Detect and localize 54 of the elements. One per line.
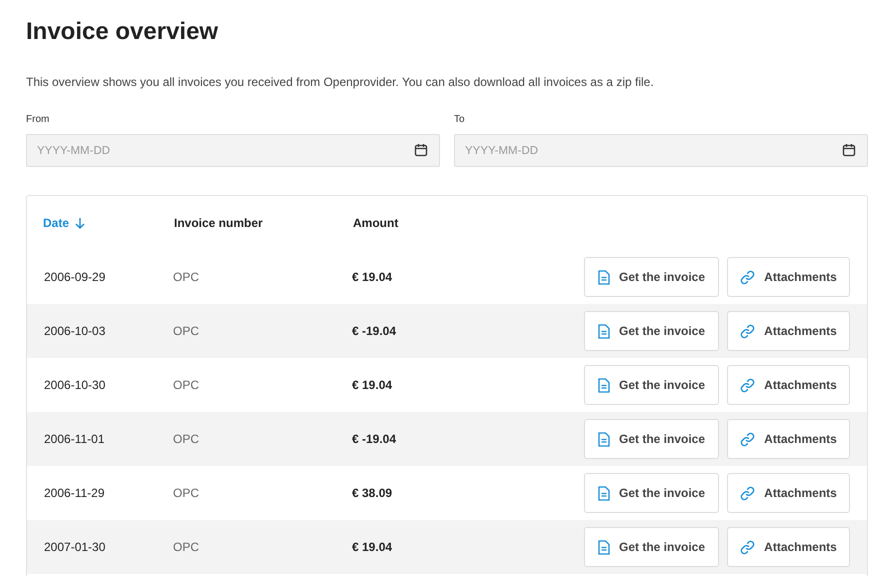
attachments-button[interactable]: Attachments <box>727 527 850 567</box>
attachments-button[interactable]: Attachments <box>727 311 850 351</box>
field-label: To <box>454 114 465 125</box>
link-icon <box>740 486 756 500</box>
invoice-number-cell: OPC <box>173 324 200 338</box>
attachments-button[interactable]: Attachments <box>727 365 850 405</box>
document-icon <box>598 432 610 446</box>
column-header[interactable]: Date <box>43 214 86 232</box>
column-header[interactable]: Amount <box>353 214 398 232</box>
date-cell: 2006-11-29 <box>44 486 104 500</box>
document-icon <box>598 270 610 284</box>
get-invoice-button[interactable]: Get the invoice <box>584 311 719 351</box>
attachments-button[interactable]: Attachments <box>727 473 850 513</box>
get-invoice-button[interactable]: Get the invoice <box>584 473 719 513</box>
get-invoice-button[interactable]: Get the invoice <box>584 419 719 459</box>
get-invoice-button[interactable]: Get the invoice <box>584 527 719 567</box>
column-header[interactable]: Invoice number <box>174 214 263 232</box>
page-title: Invoice overview <box>26 17 218 47</box>
amount-cell: € -19.04 <box>352 324 396 338</box>
amount-cell: € 19.04 <box>352 270 392 284</box>
amount-cell: € 19.04 <box>352 540 392 554</box>
get-invoice-button[interactable]: Get the invoice <box>584 257 719 297</box>
amount-cell: € -19.04 <box>352 432 396 446</box>
document-icon <box>598 540 610 554</box>
invoice-number-cell: OPC <box>173 270 200 284</box>
date-field[interactable]: YYYY-MM-DD <box>454 134 868 167</box>
attachments-button[interactable]: Attachments <box>727 257 850 297</box>
link-icon <box>740 270 756 284</box>
link-icon <box>740 324 756 338</box>
date-cell: 2006-11-01 <box>44 432 104 446</box>
invoice-number-cell: OPC <box>173 378 200 392</box>
calendar-icon[interactable] <box>842 143 856 157</box>
link-icon <box>740 540 756 554</box>
date-cell: 2006-10-30 <box>44 378 106 392</box>
get-invoice-button[interactable]: Get the invoice <box>584 365 719 405</box>
date-field[interactable]: YYYY-MM-DD <box>26 134 440 167</box>
field-label: From <box>26 114 50 125</box>
attachments-button[interactable]: Attachments <box>727 419 850 459</box>
date-cell: 2006-09-29 <box>44 270 106 284</box>
invoice-number-cell: OPC <box>173 432 200 446</box>
date-cell: 2006-10-03 <box>44 324 106 338</box>
date-cell: 2007-01-30 <box>44 540 106 554</box>
invoice-number-cell: OPC <box>173 540 200 554</box>
link-icon <box>740 432 756 446</box>
sort-down-arrow-icon <box>75 217 86 229</box>
document-icon <box>598 378 610 392</box>
invoice-number-cell: OPC <box>173 486 200 500</box>
calendar-icon[interactable] <box>414 143 428 157</box>
amount-cell: € 38.09 <box>352 486 392 500</box>
page-description: This overview shows you all invoices you received from Openprovider. You can also download all invoices as a zip file. <box>26 75 654 89</box>
amount-cell: € 19.04 <box>352 378 392 392</box>
document-icon <box>598 324 610 338</box>
link-icon <box>740 378 756 392</box>
document-icon <box>598 486 610 500</box>
